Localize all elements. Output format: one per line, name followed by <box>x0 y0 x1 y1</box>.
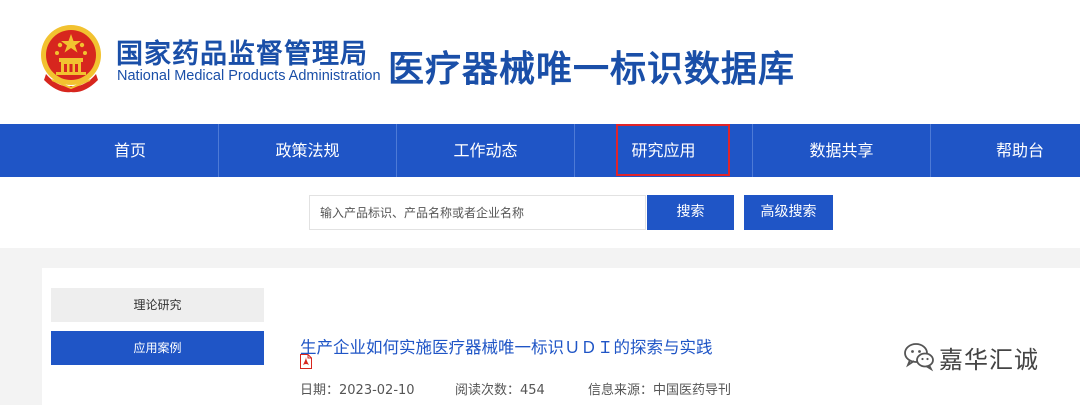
nav-item-data-sharing[interactable]: 数据共享 <box>753 124 930 177</box>
nav-item-help[interactable]: 帮助台 <box>931 124 1080 177</box>
search-input[interactable] <box>309 195 646 230</box>
nav-highlight-box <box>616 124 730 176</box>
article-title-link[interactable]: 生产企业如何实施医疗器械唯一标识ＵＤＩ的探索与实践 <box>300 334 713 358</box>
nav-item-home[interactable]: 首页 <box>42 124 218 177</box>
main-nav: 首页 政策法规 工作动态 研究应用 数据共享 帮助台 <box>0 124 1080 177</box>
site-title: 医疗器械唯一标识数据库 <box>388 49 796 90</box>
nav-item-news[interactable]: 工作动态 <box>397 124 574 177</box>
site-header: 国家药品监督管理局 National Medical Products Admi… <box>0 0 1080 124</box>
watermark-text: 嘉华汇诚 <box>939 346 1039 374</box>
sidebar-item-theory-research[interactable]: 理论研究 <box>51 288 264 322</box>
article-date: 日期：2023-02-10 <box>300 383 415 398</box>
search-button[interactable]: 搜索 <box>647 195 734 230</box>
pdf-icon[interactable] <box>300 354 312 369</box>
org-name-en: National Medical Products Administration <box>117 68 381 84</box>
org-name-cn: 国家药品监督管理局 <box>116 39 368 70</box>
article-source: 信息来源：中国医药导刊 <box>588 383 732 398</box>
sidebar-item-application-cases[interactable]: 应用案例 <box>51 331 264 365</box>
advanced-search-button[interactable]: 高级搜索 <box>744 195 833 230</box>
wechat-icon <box>904 343 934 372</box>
nav-item-policies[interactable]: 政策法规 <box>219 124 396 177</box>
national-emblem-icon <box>41 25 101 93</box>
article-view-count: 阅读次数：454 <box>455 383 545 398</box>
